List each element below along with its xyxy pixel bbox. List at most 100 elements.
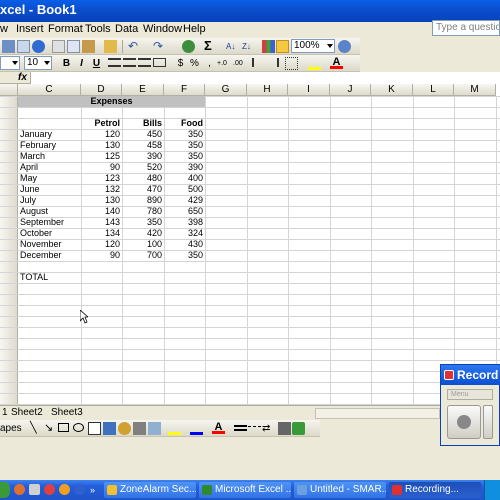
undo-icon[interactable]: ↶ [128,40,141,53]
cell-bills[interactable]: 890 [122,195,162,206]
cell-food[interactable]: 400 [164,173,203,184]
oval-icon[interactable] [73,423,84,432]
cell-petrol[interactable]: 130 [81,140,120,151]
cut-icon[interactable] [52,40,65,53]
menu-data[interactable]: Data [115,23,138,35]
cell-month[interactable]: April [20,162,80,173]
header-petrol[interactable]: Petrol [81,118,120,129]
draw-fill-color-icon[interactable] [168,422,181,435]
cell-food[interactable]: 350 [164,140,203,151]
cell-food[interactable]: 324 [164,228,203,239]
tab-sheet3[interactable]: Sheet3 [51,407,83,419]
menu-help[interactable]: Help [183,23,206,35]
task-excel[interactable]: Microsoft Excel ... [199,482,291,498]
quicklaunch-firefox-icon[interactable] [14,484,25,495]
expenses-title-cell[interactable]: Expenses [18,96,205,107]
cell-petrol[interactable]: 90 [81,162,120,173]
wordart-icon[interactable] [103,422,116,435]
cell-bills[interactable]: 420 [122,228,162,239]
percent-icon[interactable]: % [188,57,201,70]
start-button[interactable] [0,482,10,498]
cell-petrol[interactable]: 90 [81,250,120,261]
cell-month[interactable]: December [20,250,80,261]
header-food[interactable]: Food [164,118,203,129]
task-recording[interactable]: Recording... [389,482,481,498]
autosum-icon[interactable]: Σ [204,39,217,52]
column-header-m[interactable]: M [454,84,496,96]
cell-petrol[interactable]: 132 [81,184,120,195]
column-header-l[interactable]: L [413,84,454,96]
textbox-icon[interactable] [88,422,101,435]
cell-food[interactable]: 430 [164,239,203,250]
cell-food[interactable]: 398 [164,217,203,228]
comma-style-icon[interactable]: , [203,57,216,70]
menu-insert[interactable]: Insert [16,23,44,35]
cell-food[interactable]: 350 [164,151,203,162]
cell-bills[interactable]: 520 [122,162,162,173]
quicklaunch-more-icon[interactable]: » [90,485,98,495]
cell-food[interactable]: 650 [164,206,203,217]
cell-month[interactable]: November [20,239,80,250]
cell-bills[interactable]: 780 [122,206,162,217]
task-zonealarm[interactable]: ZoneAlarm Sec... [104,482,196,498]
cell-petrol[interactable]: 130 [81,195,120,206]
cell-month[interactable]: February [20,140,80,151]
fill-color-icon[interactable] [308,57,321,70]
recording-title-bar[interactable]: Record [441,365,500,385]
cell-bills[interactable]: 470 [122,184,162,195]
quicklaunch-app-icon[interactable] [44,484,55,495]
spelling-icon[interactable] [32,40,45,53]
help-question-input[interactable]: Type a question f [432,20,500,36]
fx-icon[interactable]: fx [18,72,27,83]
decrease-decimal-icon[interactable]: .00 [233,57,246,70]
cell-food[interactable]: 500 [164,184,203,195]
picture-icon[interactable] [148,422,161,435]
align-left-icon[interactable] [108,58,121,67]
cell-food[interactable]: 429 [164,195,203,206]
bold-icon[interactable]: B [60,57,73,70]
total-label[interactable]: TOTAL [20,272,48,283]
print-preview-icon[interactable] [17,40,30,53]
zoom-select[interactable]: 100% [291,39,335,53]
cell-month[interactable]: January [20,129,80,140]
cell-month[interactable]: July [20,195,80,206]
recording-menu-button[interactable]: Menu [447,389,493,400]
cell-month[interactable]: March [20,151,80,162]
increase-indent-icon[interactable] [266,58,279,67]
clipart-icon[interactable] [133,422,146,435]
cell-petrol[interactable]: 140 [81,206,120,217]
menu-window[interactable]: Window [143,23,182,35]
shadow-icon[interactable] [278,422,291,435]
cell-petrol[interactable]: 123 [81,173,120,184]
help-icon[interactable] [338,40,351,53]
cell-petrol[interactable]: 143 [81,217,120,228]
autoshapes-menu[interactable]: apes [0,423,22,434]
cell-bills[interactable]: 458 [122,140,162,151]
italic-icon[interactable]: I [75,57,88,70]
column-header-f[interactable]: F [164,84,205,96]
drawing-icon[interactable] [276,40,289,53]
dash-style-icon[interactable] [248,426,261,429]
copy-icon[interactable] [67,40,80,53]
decrease-indent-icon[interactable] [252,58,265,67]
recording-window[interactable]: Record Menu [440,364,500,446]
hyperlink-icon[interactable] [182,40,195,53]
cell-bills[interactable]: 480 [122,173,162,184]
record-button[interactable] [447,405,481,439]
increase-decimal-icon[interactable]: +.0 [217,57,230,70]
formula-input[interactable] [30,72,500,84]
cell-month[interactable]: October [20,228,80,239]
cell-petrol[interactable]: 125 [81,151,120,162]
cell-petrol[interactable]: 134 [81,228,120,239]
line-color-icon[interactable] [190,422,203,435]
arrow-style-icon[interactable]: ⇄ [262,422,275,435]
quicklaunch-media-icon[interactable] [59,484,70,495]
tab-sheet1[interactable]: 1 [2,407,8,419]
cell-month[interactable]: May [20,173,80,184]
cell-bills[interactable]: 700 [122,250,162,261]
draw-font-color-icon[interactable]: A [212,421,225,434]
column-header-c[interactable]: C [18,84,81,96]
cell-bills[interactable]: 390 [122,151,162,162]
print-icon[interactable] [2,40,15,53]
rectangle-icon[interactable] [58,423,69,432]
